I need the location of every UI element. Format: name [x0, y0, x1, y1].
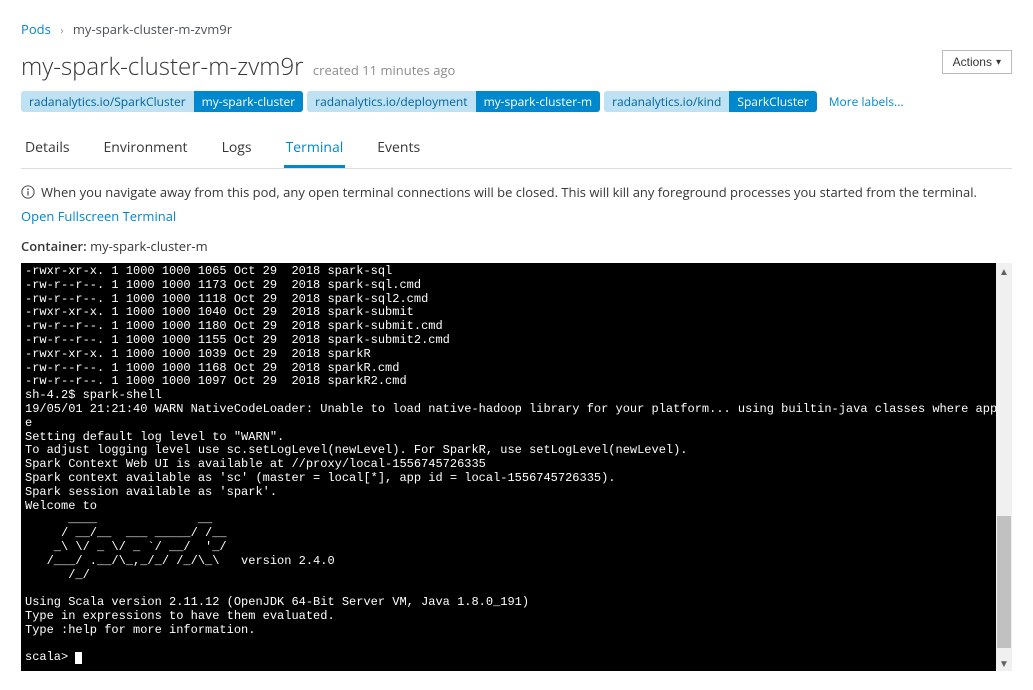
label-key: radanalytics.io/kind	[604, 91, 729, 112]
more-labels-link[interactable]: More labels...	[829, 93, 904, 110]
breadcrumb: Pods › my-spark-cluster-m-zvm9r	[21, 20, 1012, 38]
actions-dropdown[interactable]: Actions ▾	[942, 50, 1012, 74]
terminal-cursor	[75, 652, 82, 664]
tab-details[interactable]: Details	[23, 130, 72, 168]
label-pair[interactable]: radanalytics.io/deployment my-spark-clus…	[307, 91, 600, 112]
tab-logs[interactable]: Logs	[220, 130, 254, 168]
terminal-panel: -rwxr-xr-x. 1 1000 1000 1065 Oct 29 2018…	[21, 263, 1012, 671]
scrollbar-track[interactable]	[996, 279, 1012, 655]
label-value: my-spark-cluster-m	[476, 91, 601, 112]
tab-terminal[interactable]: Terminal	[284, 130, 346, 168]
tab-environment[interactable]: Environment	[102, 130, 190, 168]
terminal-warning: When you navigate away from this pod, an…	[21, 183, 1012, 201]
open-fullscreen-link[interactable]: Open Fullscreen Terminal	[21, 207, 176, 225]
container-label: Container:	[21, 237, 87, 255]
labels-row: radanalytics.io/SparkCluster my-spark-cl…	[21, 91, 1012, 112]
label-key: radanalytics.io/deployment	[307, 91, 475, 112]
label-key: radanalytics.io/SparkCluster	[21, 91, 194, 112]
chevron-down-icon: ▾	[996, 57, 1001, 68]
label-value: SparkCluster	[729, 91, 816, 112]
label-pair[interactable]: radanalytics.io/kind SparkCluster	[604, 91, 817, 112]
page-title-block: my-spark-cluster-m-zvm9r created 11 minu…	[21, 50, 455, 83]
container-name: my-spark-cluster-m	[90, 237, 208, 255]
breadcrumb-current: my-spark-cluster-m-zvm9r	[73, 20, 232, 38]
info-icon	[21, 185, 35, 199]
page-title: my-spark-cluster-m-zvm9r	[21, 50, 304, 83]
tabs: Details Environment Logs Terminal Events	[21, 130, 1012, 169]
terminal-warning-text: When you navigate away from this pod, an…	[41, 183, 977, 201]
label-pair[interactable]: radanalytics.io/SparkCluster my-spark-cl…	[21, 91, 303, 112]
breadcrumb-root[interactable]: Pods	[21, 20, 51, 38]
scrollbar-thumb[interactable]	[997, 516, 1011, 648]
breadcrumb-separator: ›	[60, 23, 63, 38]
scroll-up-icon[interactable]: ▲	[996, 263, 1012, 279]
terminal[interactable]: -rwxr-xr-x. 1 1000 1000 1065 Oct 29 2018…	[21, 263, 996, 671]
created-timestamp: created 11 minutes ago	[313, 61, 455, 79]
scroll-down-icon[interactable]: ▼	[996, 655, 1012, 671]
tab-events[interactable]: Events	[375, 130, 422, 168]
container-line: Container: my-spark-cluster-m	[21, 237, 1012, 255]
terminal-output: -rwxr-xr-x. 1 1000 1000 1065 Oct 29 2018…	[25, 264, 996, 664]
label-value: my-spark-cluster	[194, 91, 304, 112]
scrollbar[interactable]: ▲ ▼	[996, 263, 1012, 671]
actions-label: Actions	[953, 55, 992, 69]
